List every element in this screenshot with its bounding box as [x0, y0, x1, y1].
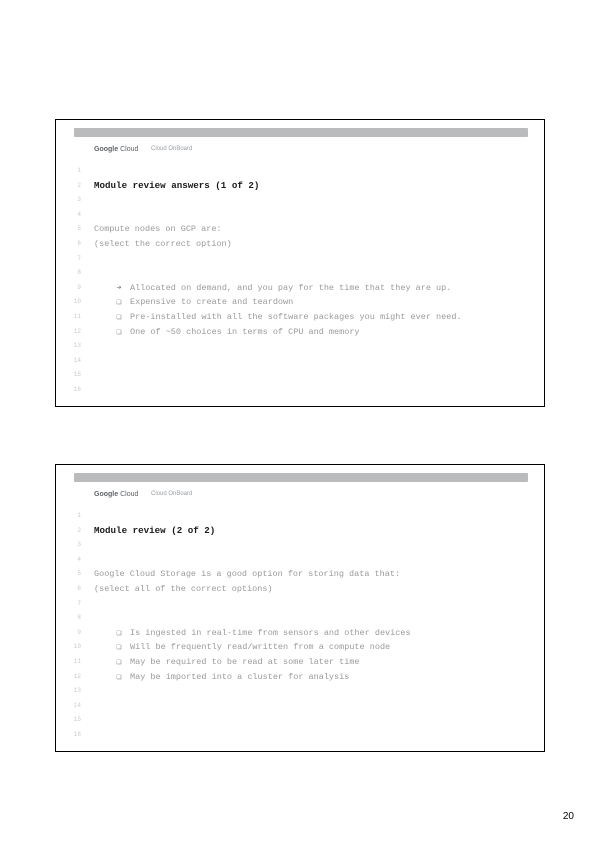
- slide-2-content: Module review (2 of 2) Google Cloud Stor…: [94, 509, 524, 684]
- option-row: ❏May be required to be read at some late…: [94, 655, 524, 670]
- option-row: ➔Allocated on demand, and you pay for th…: [94, 281, 524, 296]
- option-row: ❏Expensive to create and teardown: [94, 295, 524, 310]
- slide-2: Google Cloud Cloud OnBoard 12345678 9101…: [55, 464, 545, 752]
- option-row: ❏Is ingested in real-time from sensors a…: [94, 626, 524, 641]
- slide-2-question: Google Cloud Storage is a good option fo…: [94, 567, 524, 582]
- option-text: One of ~50 choices in terms of CPU and m…: [130, 327, 360, 337]
- brand-google: Google: [94, 491, 118, 498]
- option-text: Expensive to create and teardown: [130, 297, 293, 307]
- slide-1-content: Module review answers (1 of 2) Compute n…: [94, 164, 524, 339]
- checkbox-icon: ❏: [108, 670, 130, 685]
- brand-onboard: Cloud OnBoard: [151, 491, 192, 497]
- brand-google: Google: [94, 146, 118, 153]
- checkbox-icon: ❏: [108, 310, 130, 325]
- slide-1-instruction: (select the correct option): [94, 237, 524, 252]
- arrow-icon: ➔: [108, 281, 130, 296]
- decorative-bar: [74, 128, 528, 137]
- option-row: ❏Pre-installed with all the software pac…: [94, 310, 524, 325]
- brand-cloud: Cloud: [120, 146, 138, 153]
- line-numbers: 12345678 910111213141516: [67, 164, 81, 398]
- option-row: ❏One of ~50 choices in terms of CPU and …: [94, 325, 524, 340]
- option-text: Will be frequently read/written from a c…: [130, 642, 390, 652]
- slide-1-title: Module review answers (1 of 2): [94, 179, 524, 194]
- checkbox-icon: ❏: [108, 655, 130, 670]
- option-text: Is ingested in real-time from sensors an…: [130, 628, 411, 638]
- checkbox-icon: ❏: [108, 626, 130, 641]
- option-text: May be required to be read at some later…: [130, 657, 360, 667]
- brand-logo: Google Cloud: [94, 491, 138, 498]
- checkbox-icon: ❏: [108, 295, 130, 310]
- option-text: Allocated on demand, and you pay for the…: [130, 283, 451, 293]
- option-text: Pre-installed with all the software pack…: [130, 312, 462, 322]
- option-text: May be imported into a cluster for analy…: [130, 672, 349, 682]
- checkbox-icon: ❏: [108, 325, 130, 340]
- brand-cloud: Cloud: [120, 491, 138, 498]
- checkbox-icon: ❏: [108, 640, 130, 655]
- page-number: 20: [563, 811, 574, 822]
- decorative-bar: [74, 473, 528, 482]
- slide-2-instruction: (select all of the correct options): [94, 582, 524, 597]
- brand-logo: Google Cloud: [94, 146, 138, 153]
- slide-2-title: Module review (2 of 2): [94, 524, 524, 539]
- option-row: ❏May be imported into a cluster for anal…: [94, 670, 524, 685]
- slide-1: Google Cloud Cloud OnBoard 12345678 9101…: [55, 119, 545, 407]
- slide-1-question: Compute nodes on GCP are:: [94, 222, 524, 237]
- option-row: ❏Will be frequently read/written from a …: [94, 640, 524, 655]
- line-numbers: 12345678 910111213141516: [67, 509, 81, 743]
- brand-onboard: Cloud OnBoard: [151, 146, 192, 152]
